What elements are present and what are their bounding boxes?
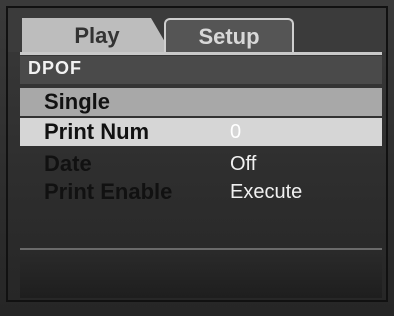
tab-bar: Play Setup xyxy=(8,8,386,54)
section-header: DPOF xyxy=(20,56,382,84)
status-area xyxy=(20,252,382,298)
menu-item-value: Execute xyxy=(230,181,303,203)
camera-menu-screen: Play Setup DPOF Single Print Num 0 Date … xyxy=(0,0,394,316)
menu-item-date[interactable]: Date Off xyxy=(20,150,382,178)
menu-item-label: Print Num xyxy=(44,119,150,144)
tab-setup[interactable]: Setup xyxy=(164,18,294,54)
tab-setup-label: Setup xyxy=(198,24,260,49)
tab-play-label: Play xyxy=(74,23,120,48)
menu-item-print-enable[interactable]: Print Enable Execute xyxy=(20,178,382,206)
tab-play[interactable]: Play xyxy=(22,18,172,54)
menu-item-label: Single xyxy=(44,89,111,114)
menu-item-value: 0 xyxy=(230,121,242,143)
menu-item-label: Print Enable xyxy=(44,179,173,204)
menu-item-value: Off xyxy=(230,153,257,175)
menu-item-single[interactable]: Single xyxy=(20,88,382,116)
tab-divider xyxy=(20,52,382,55)
bottom-divider xyxy=(20,248,382,250)
menu-item-print-num[interactable]: Print Num 0 xyxy=(20,118,382,146)
section-title: DPOF xyxy=(28,58,83,78)
menu-item-label: Date xyxy=(44,151,92,176)
